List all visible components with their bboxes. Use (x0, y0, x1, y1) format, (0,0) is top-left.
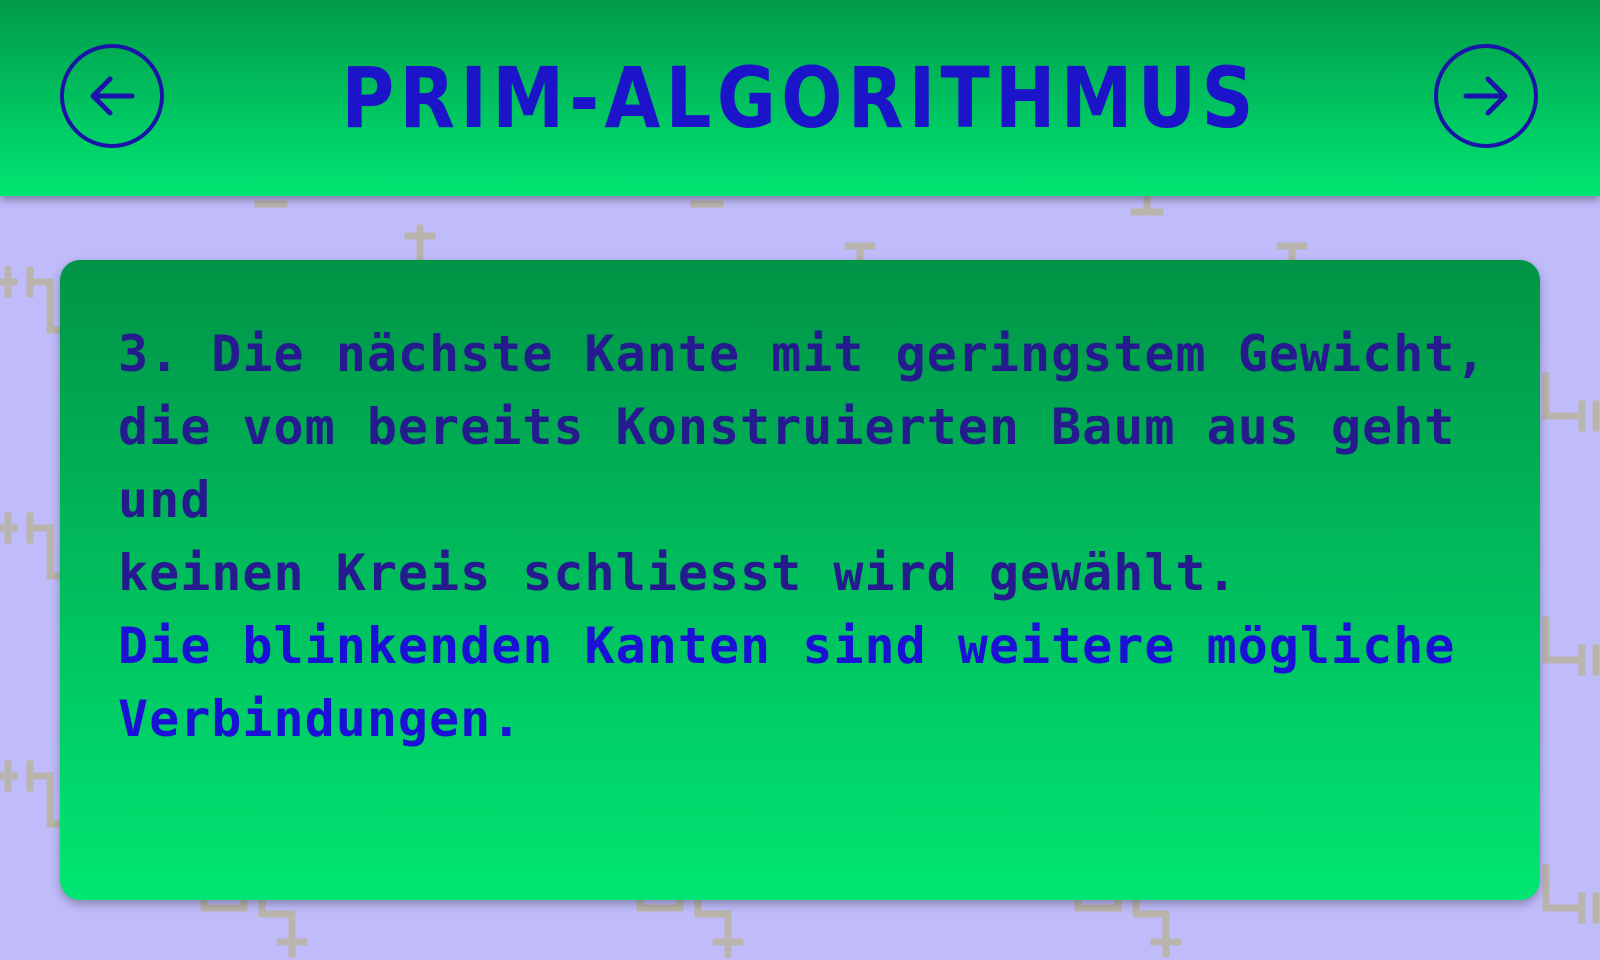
next-button[interactable] (1434, 44, 1538, 148)
arrow-left-icon (90, 76, 135, 116)
arrow-right-icon (1463, 76, 1508, 116)
page-title: PRIM-ALGORITHMUS (341, 49, 1259, 147)
hint-text: Die blinkenden Kanten sind weitere mögli… (118, 617, 1456, 748)
header-bar: PRIM-ALGORITHMUS (0, 0, 1600, 196)
previous-button[interactable] (60, 44, 164, 148)
instruction-card: 3. Die nächste Kante mit geringstem Gewi… (60, 260, 1540, 900)
step-description: 3. Die nächste Kante mit geringstem Gewi… (118, 325, 1487, 602)
